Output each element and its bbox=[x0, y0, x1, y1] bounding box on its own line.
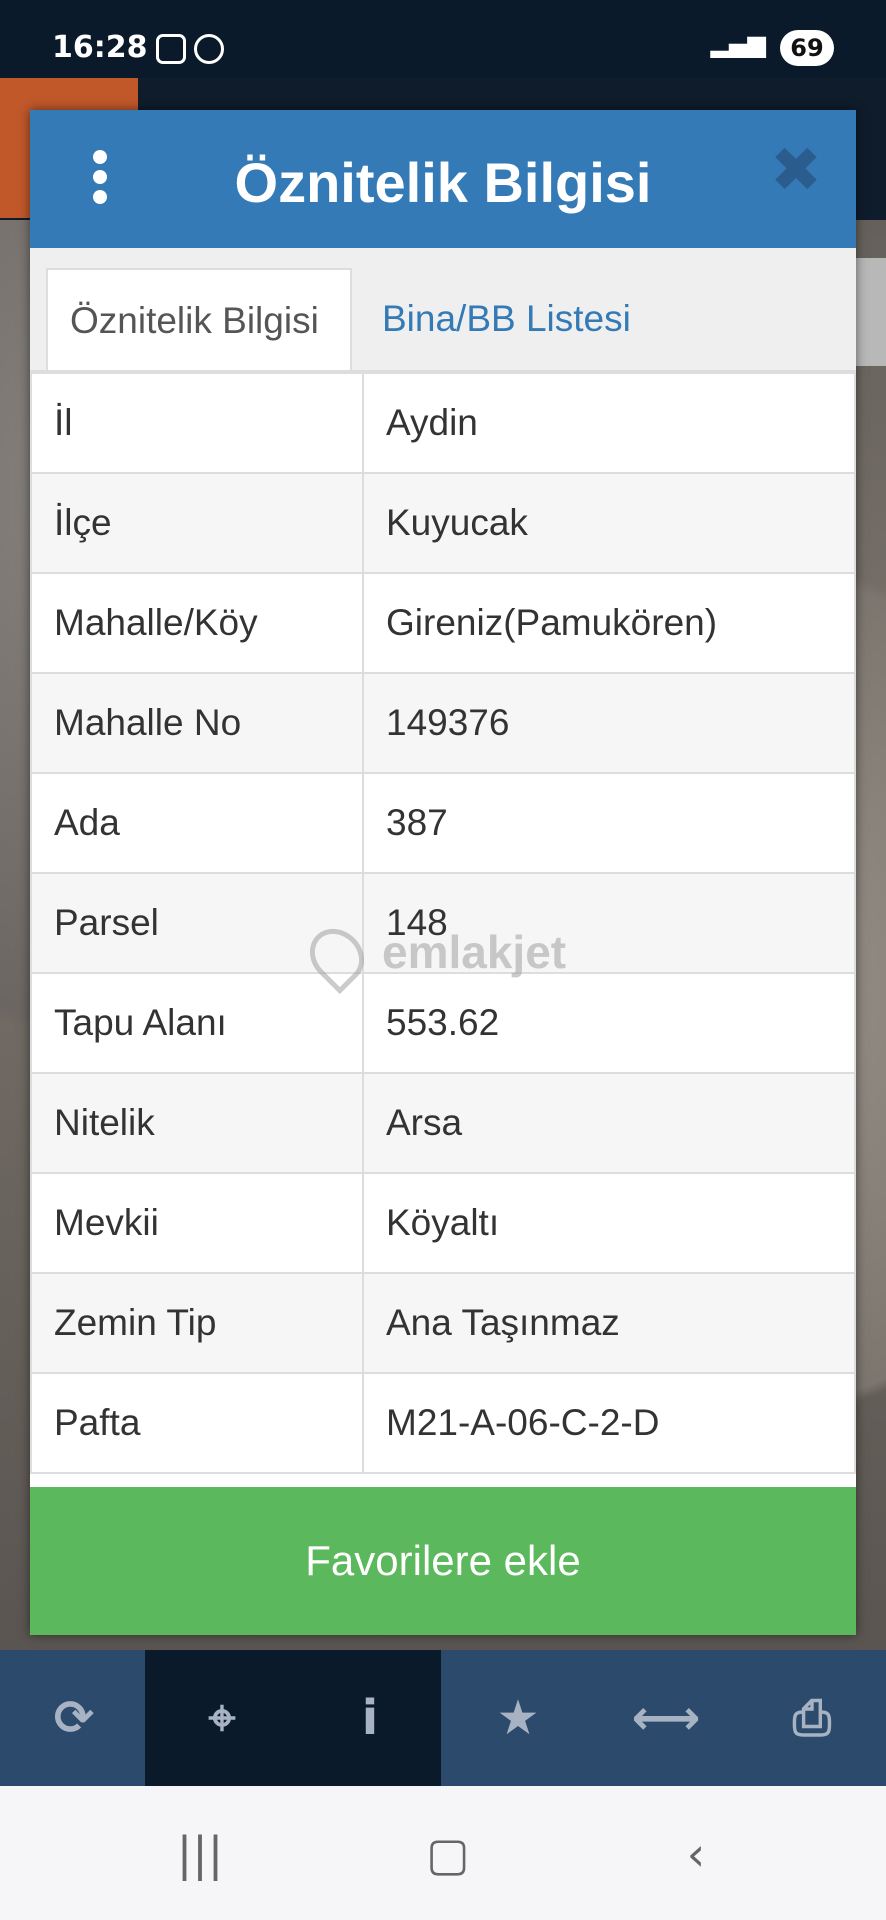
attribute-key: Mahalle No bbox=[30, 672, 364, 774]
attribute-value: Ana Taşınmaz bbox=[362, 1272, 856, 1374]
attribute-key: İl bbox=[30, 372, 364, 474]
table-row: İlçe Kuyucak bbox=[30, 472, 856, 574]
attribute-key: Ada bbox=[30, 772, 364, 874]
attribute-value: 387 bbox=[362, 772, 856, 874]
dialog-header: Öznitelik Bilgisi ✖ bbox=[30, 110, 856, 248]
add-favorite-button[interactable]: Favorilere ekle bbox=[30, 1487, 856, 1635]
attribute-table: İl Aydin İlçe Kuyucak Mahalle/Köy Gireniz(Pam… bbox=[30, 372, 856, 1474]
attribute-value: Kuyucak bbox=[362, 472, 856, 574]
attribute-value: Köyaltı bbox=[362, 1172, 856, 1274]
table-row: Mahalle/Köy Gireniz(Pamukören) bbox=[30, 572, 856, 674]
locate-icon[interactable]: ⌖ bbox=[148, 1650, 296, 1786]
system-nav-bar: ||| ▢ ‹ bbox=[0, 1786, 886, 1920]
measure-icon[interactable]: ⟷ bbox=[592, 1650, 740, 1786]
refresh-icon[interactable]: ⟳ bbox=[0, 1650, 148, 1786]
attribute-value: 149376 bbox=[362, 672, 856, 774]
attribute-value: Gireniz(Pamukören) bbox=[362, 572, 856, 674]
table-row: Zemin Tip Ana Taşınmaz bbox=[30, 1272, 856, 1374]
back-button[interactable]: ‹ bbox=[666, 1824, 726, 1884]
table-row: Pafta M21-A-06-C-2-D bbox=[30, 1372, 856, 1474]
attribute-key: Pafta bbox=[30, 1372, 364, 1474]
tab-building-list[interactable]: Bina/BB Listesi bbox=[360, 268, 653, 370]
attribute-key: Nitelik bbox=[30, 1072, 364, 1174]
table-row: Tapu Alanı 553.62 bbox=[30, 972, 856, 1074]
attribute-value: 553.62 bbox=[362, 972, 856, 1074]
attribute-key: Mahalle/Köy bbox=[30, 572, 364, 674]
close-icon[interactable]: ✖ bbox=[766, 139, 826, 201]
attribute-value: M21-A-06-C-2-D bbox=[362, 1372, 856, 1474]
table-row: Nitelik Arsa bbox=[30, 1072, 856, 1174]
attribute-key: İlçe bbox=[30, 472, 364, 574]
info-icon[interactable]: i bbox=[296, 1650, 444, 1786]
bottom-toolbar: ⟳ ⌖ i ★ ⟷ ⎙ bbox=[0, 1650, 886, 1786]
tab-attributes[interactable]: Öznitelik Bilgisi bbox=[46, 268, 352, 370]
table-row: Mevkii Köyaltı bbox=[30, 1172, 856, 1274]
attribute-value: Arsa bbox=[362, 1072, 856, 1174]
signal-icon: ▂▄▆ bbox=[710, 30, 766, 58]
attribute-value: Aydin bbox=[362, 372, 856, 474]
attribute-key: Mevkii bbox=[30, 1172, 364, 1274]
dialog-title: Öznitelik Bilgisi bbox=[234, 151, 652, 214]
table-row: Ada 387 bbox=[30, 772, 856, 874]
battery-indicator: 69 bbox=[780, 30, 834, 66]
whatsapp-icon bbox=[194, 34, 224, 64]
attribute-key: Tapu Alanı bbox=[30, 972, 364, 1074]
tab-bar: Öznitelik Bilgisi Bina/BB Listesi bbox=[30, 248, 856, 372]
star-icon[interactable]: ★ bbox=[444, 1650, 592, 1786]
table-row: Mahalle No 149376 bbox=[30, 672, 856, 774]
status-time: 16:28 bbox=[52, 30, 148, 65]
screenshot-icon bbox=[156, 34, 186, 64]
print-icon[interactable]: ⎙ bbox=[738, 1650, 886, 1786]
attribute-key: Zemin Tip bbox=[30, 1272, 364, 1374]
watermark: emlakjet bbox=[298, 917, 566, 995]
map-tile-grey bbox=[855, 258, 886, 366]
recent-apps-button[interactable]: ||| bbox=[170, 1824, 230, 1884]
home-button[interactable]: ▢ bbox=[418, 1824, 478, 1884]
table-row: İl Aydin bbox=[30, 372, 856, 474]
status-bar: 16:28 ▂▄▆ 69 bbox=[0, 0, 886, 78]
attribute-dialog: Öznitelik Bilgisi ✖ Öznitelik Bilgisi Bi… bbox=[30, 110, 856, 1635]
